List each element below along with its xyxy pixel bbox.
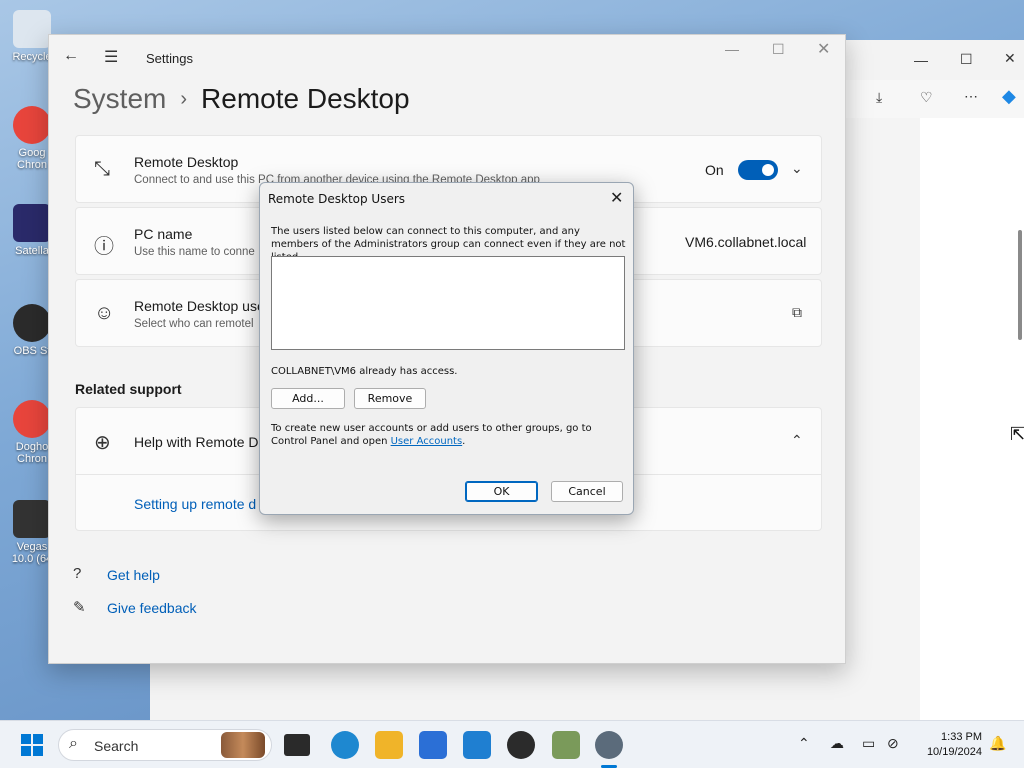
globe-icon: ⊕: [94, 432, 111, 454]
give-feedback-link[interactable]: Give feedback: [107, 600, 197, 616]
mail-icon[interactable]: [463, 731, 491, 759]
breadcrumb: System › Remote Desktop: [73, 83, 410, 115]
notification-bell-icon[interactable]: 🔔: [989, 735, 1006, 752]
mouse-cursor-icon: ⇱: [1010, 424, 1024, 444]
settings-gear-icon[interactable]: [595, 731, 623, 759]
download-icon[interactable]: ⤓: [876, 89, 882, 106]
media-player-icon[interactable]: [507, 731, 535, 759]
remote-desktop-icon: ⤡: [94, 158, 110, 180]
taskbar-search[interactable]: ⌕ Search: [58, 729, 272, 761]
pc-name-desc: Use this name to conne: [134, 246, 255, 258]
health-icon[interactable]: ♡: [920, 89, 933, 106]
desktop-icon-label: Dogho Chron: [15, 441, 49, 465]
taskbar: ⌕ Search ⌃ ☁ ▭ ⊘ 1:33 PM 10/19/2024 🔔: [0, 720, 1024, 768]
toggle-knob: [762, 164, 774, 176]
windows-logo-icon: [33, 746, 43, 756]
minimize-icon[interactable]: —: [725, 41, 739, 57]
obs-icon: [13, 304, 51, 342]
maximize-icon[interactable]: ☐: [772, 41, 785, 58]
help-title: Help with Remote De: [134, 434, 267, 450]
add-button[interactable]: Add...: [271, 388, 345, 409]
volume-icon[interactable]: ⊘: [887, 735, 899, 752]
remote-desktop-toggle[interactable]: [738, 160, 778, 180]
file-explorer-icon[interactable]: [375, 731, 403, 759]
maximize-icon[interactable]: ☐: [960, 51, 973, 68]
pc-name-title: PC name: [134, 226, 193, 242]
page-title: Remote Desktop: [201, 83, 410, 114]
recycle-bin-icon: [13, 10, 51, 48]
close-icon[interactable]: ✕: [817, 39, 830, 59]
chrome-icon: [13, 400, 51, 438]
app-title: Settings: [146, 51, 193, 66]
satella-icon: [13, 204, 51, 242]
remote-desktop-users-dialog: Remote Desktop Users ✕ The users listed …: [259, 182, 634, 515]
chrome-icon: [13, 106, 51, 144]
cancel-button[interactable]: Cancel: [551, 481, 623, 502]
clock[interactable]: 1:33 PM 10/19/2024: [912, 730, 982, 760]
chevron-down-icon[interactable]: ⌄: [791, 160, 803, 177]
chevron-right-icon: ›: [180, 88, 188, 110]
feedback-icon: ✎: [73, 599, 86, 616]
settings-titlebar: ← ☰ Settings — ☐ ✕: [49, 35, 845, 81]
get-help-icon: ?: [73, 565, 82, 582]
setting-up-remote-desktop-link[interactable]: Setting up remote d: [134, 496, 256, 512]
edge-icon[interactable]: [331, 731, 359, 759]
browser-window: — ☐ ✕ ⤓ ♡ ⋯ ◆: [846, 40, 1024, 720]
breadcrumb-system[interactable]: System: [73, 83, 166, 114]
search-highlight-image: [221, 732, 265, 758]
chevron-up-icon[interactable]: ⌃: [798, 735, 810, 752]
hamburger-menu-icon[interactable]: ☰: [104, 47, 118, 67]
onedrive-icon[interactable]: ☁: [830, 735, 844, 752]
remote-users-title: Remote Desktop use: [134, 298, 265, 314]
remote-desktop-title: Remote Desktop: [134, 154, 239, 170]
open-external-icon[interactable]: ⧉: [792, 304, 802, 321]
browser-toolbar: ⤓ ♡ ⋯ ◆: [846, 80, 1024, 118]
browser-scrollbar[interactable]: [1018, 230, 1022, 340]
windows-logo-icon: [33, 734, 43, 744]
desktop-icon-label: OBS St: [13, 345, 51, 357]
windows-logo-icon: [21, 746, 31, 756]
dialog-title: Remote Desktop Users: [268, 192, 406, 206]
access-status-text: COLLABNET\VM6 already has access.: [271, 366, 458, 377]
get-help-link[interactable]: Get help: [107, 567, 160, 583]
desktop-icon-label: Vegas 10.0 (64: [11, 541, 53, 565]
chevron-up-icon[interactable]: ⌃: [791, 432, 803, 449]
desktop-icon-label: Goog Chron: [17, 147, 47, 171]
close-icon[interactable]: ✕: [610, 188, 623, 207]
info-icon: ⓘ: [94, 236, 114, 258]
ok-button[interactable]: OK: [465, 481, 538, 502]
browser-side-panel: [846, 118, 920, 720]
minimize-icon[interactable]: —: [914, 52, 928, 68]
user-accounts-link[interactable]: User Accounts: [391, 436, 463, 447]
remove-button[interactable]: Remove: [354, 388, 426, 409]
windows-logo-icon: [21, 734, 31, 744]
user-check-icon: ☺: [94, 302, 115, 324]
date: 10/19/2024: [926, 746, 982, 758]
task-view-icon[interactable]: [284, 734, 310, 756]
info-text-end: .: [462, 436, 466, 447]
search-label: Search: [94, 738, 139, 754]
snipping-tool-icon[interactable]: [552, 731, 580, 759]
vegas-icon: [13, 500, 51, 538]
time: 1:33 PM: [941, 731, 982, 743]
remote-users-desc: Select who can remotel: [134, 318, 254, 330]
users-listbox[interactable]: [271, 256, 625, 350]
back-arrow-icon[interactable]: ←: [63, 47, 79, 65]
start-button[interactable]: [21, 734, 43, 756]
desktop-icon-label: Recycle: [12, 51, 52, 63]
more-icon[interactable]: ⋯: [964, 88, 978, 105]
close-icon[interactable]: ✕: [1004, 50, 1016, 67]
copilot-icon[interactable]: ◆: [1002, 86, 1016, 107]
pc-name-value: VM6.collabnet.local: [685, 234, 807, 250]
search-icon: ⌕: [69, 735, 78, 752]
background-window-edge: [150, 664, 850, 720]
related-support-heading: Related support: [75, 381, 182, 397]
desktop-icon-label: Satella: [15, 245, 49, 257]
store-icon[interactable]: [419, 731, 447, 759]
toggle-state-label: On: [705, 162, 724, 178]
browser-titlebar: — ☐ ✕: [846, 40, 1024, 80]
dialog-info-text: To create new user accounts or add users…: [271, 422, 627, 448]
network-icon[interactable]: ▭: [862, 735, 875, 752]
